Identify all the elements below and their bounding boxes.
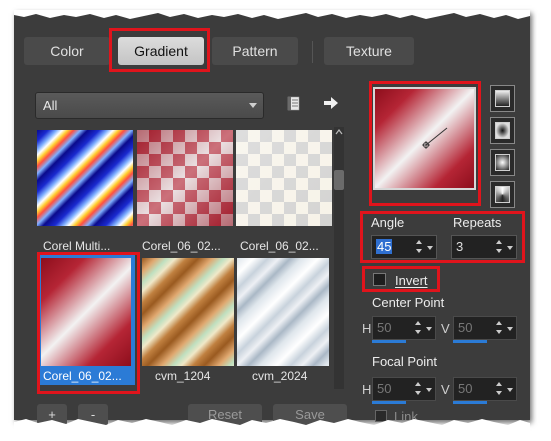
gradient-thumb-cvm-1204[interactable] <box>142 258 234 366</box>
spin-arrows-icon[interactable] <box>415 321 423 335</box>
gradient-thumb-corel-06-02-a[interactable] <box>137 130 233 226</box>
tab-texture[interactable]: Texture <box>324 37 414 65</box>
arrow-right-icon[interactable] <box>323 96 339 110</box>
focal-v-slider[interactable] <box>453 401 487 404</box>
gradient-label-cvm-2024: cvm_2024 <box>252 369 308 383</box>
focal-v-label: V <box>441 382 450 397</box>
resource-library-icon[interactable] <box>287 96 301 112</box>
gradient-tab-highlight <box>109 28 210 72</box>
torn-bottom-edge <box>14 419 530 441</box>
selected-gradient-highlight <box>37 252 140 394</box>
gradient-thumb-corel-06-02-b[interactable] <box>236 130 332 226</box>
center-h-value: 50 <box>377 320 392 335</box>
chevron-down-icon[interactable] <box>426 327 432 331</box>
spin-arrows-icon[interactable] <box>496 321 504 335</box>
gradient-list-scrollbar[interactable] <box>334 127 344 389</box>
sunburst-style-button[interactable] <box>490 149 515 176</box>
focal-h-value: 50 <box>377 381 392 396</box>
spin-arrows-icon[interactable] <box>415 382 423 396</box>
center-v-input[interactable]: 50 <box>453 316 517 340</box>
gradient-label-corel-06-02-b: Corel_06_02... <box>240 239 319 253</box>
gradient-thumb-corel-multi[interactable] <box>37 130 133 226</box>
focal-h-input[interactable]: 50 <box>372 377 436 401</box>
angle-repeats-highlight <box>360 211 525 263</box>
focal-v-value: 50 <box>458 381 473 396</box>
torn-top-edge <box>14 10 530 19</box>
center-v-label: V <box>441 321 450 336</box>
scrollbar-thumb[interactable] <box>334 170 344 190</box>
sunburst-style-icon <box>495 154 510 171</box>
gradient-preview-highlight <box>369 81 481 206</box>
gradient-thumb-cvm-2024[interactable] <box>237 258 329 366</box>
chevron-down-icon[interactable] <box>507 327 513 331</box>
chevron-down-icon[interactable] <box>507 388 513 392</box>
linear-style-button[interactable] <box>490 85 515 112</box>
focal-v-input[interactable]: 50 <box>453 377 517 401</box>
rectangular-style-icon <box>495 122 510 139</box>
focal-h-slider[interactable] <box>372 401 406 404</box>
chevron-down-icon <box>249 103 257 108</box>
gradient-label-corel-06-02-a: Corel_06_02... <box>142 239 221 253</box>
invert-highlight <box>362 266 440 292</box>
center-v-slider[interactable] <box>453 340 487 343</box>
center-point-label: Center Point <box>372 295 445 310</box>
chevron-down-icon[interactable] <box>426 388 432 392</box>
center-h-label: H <box>362 321 372 336</box>
rectangular-style-button[interactable] <box>490 117 515 144</box>
center-h-input[interactable]: 50 <box>372 316 436 340</box>
radial-style-button[interactable] <box>490 181 515 208</box>
center-h-slider[interactable] <box>372 340 406 343</box>
category-dropdown-value: All <box>43 98 58 113</box>
tab-divider <box>312 41 313 63</box>
center-v-value: 50 <box>458 320 473 335</box>
gradient-label-corel-multi: Corel Multi... <box>43 239 111 253</box>
gradient-label-cvm-1204: cvm_1204 <box>155 369 211 383</box>
focal-h-label: H <box>362 382 372 397</box>
category-dropdown[interactable]: All <box>35 92 264 119</box>
spin-arrows-icon[interactable] <box>496 382 504 396</box>
linear-style-icon <box>495 90 510 107</box>
tab-color[interactable]: Color <box>24 37 110 65</box>
scroll-up-icon[interactable] <box>334 128 344 136</box>
tab-pattern[interactable]: Pattern <box>212 37 298 65</box>
radial-style-icon <box>495 186 510 203</box>
focal-point-label: Focal Point <box>372 354 438 369</box>
